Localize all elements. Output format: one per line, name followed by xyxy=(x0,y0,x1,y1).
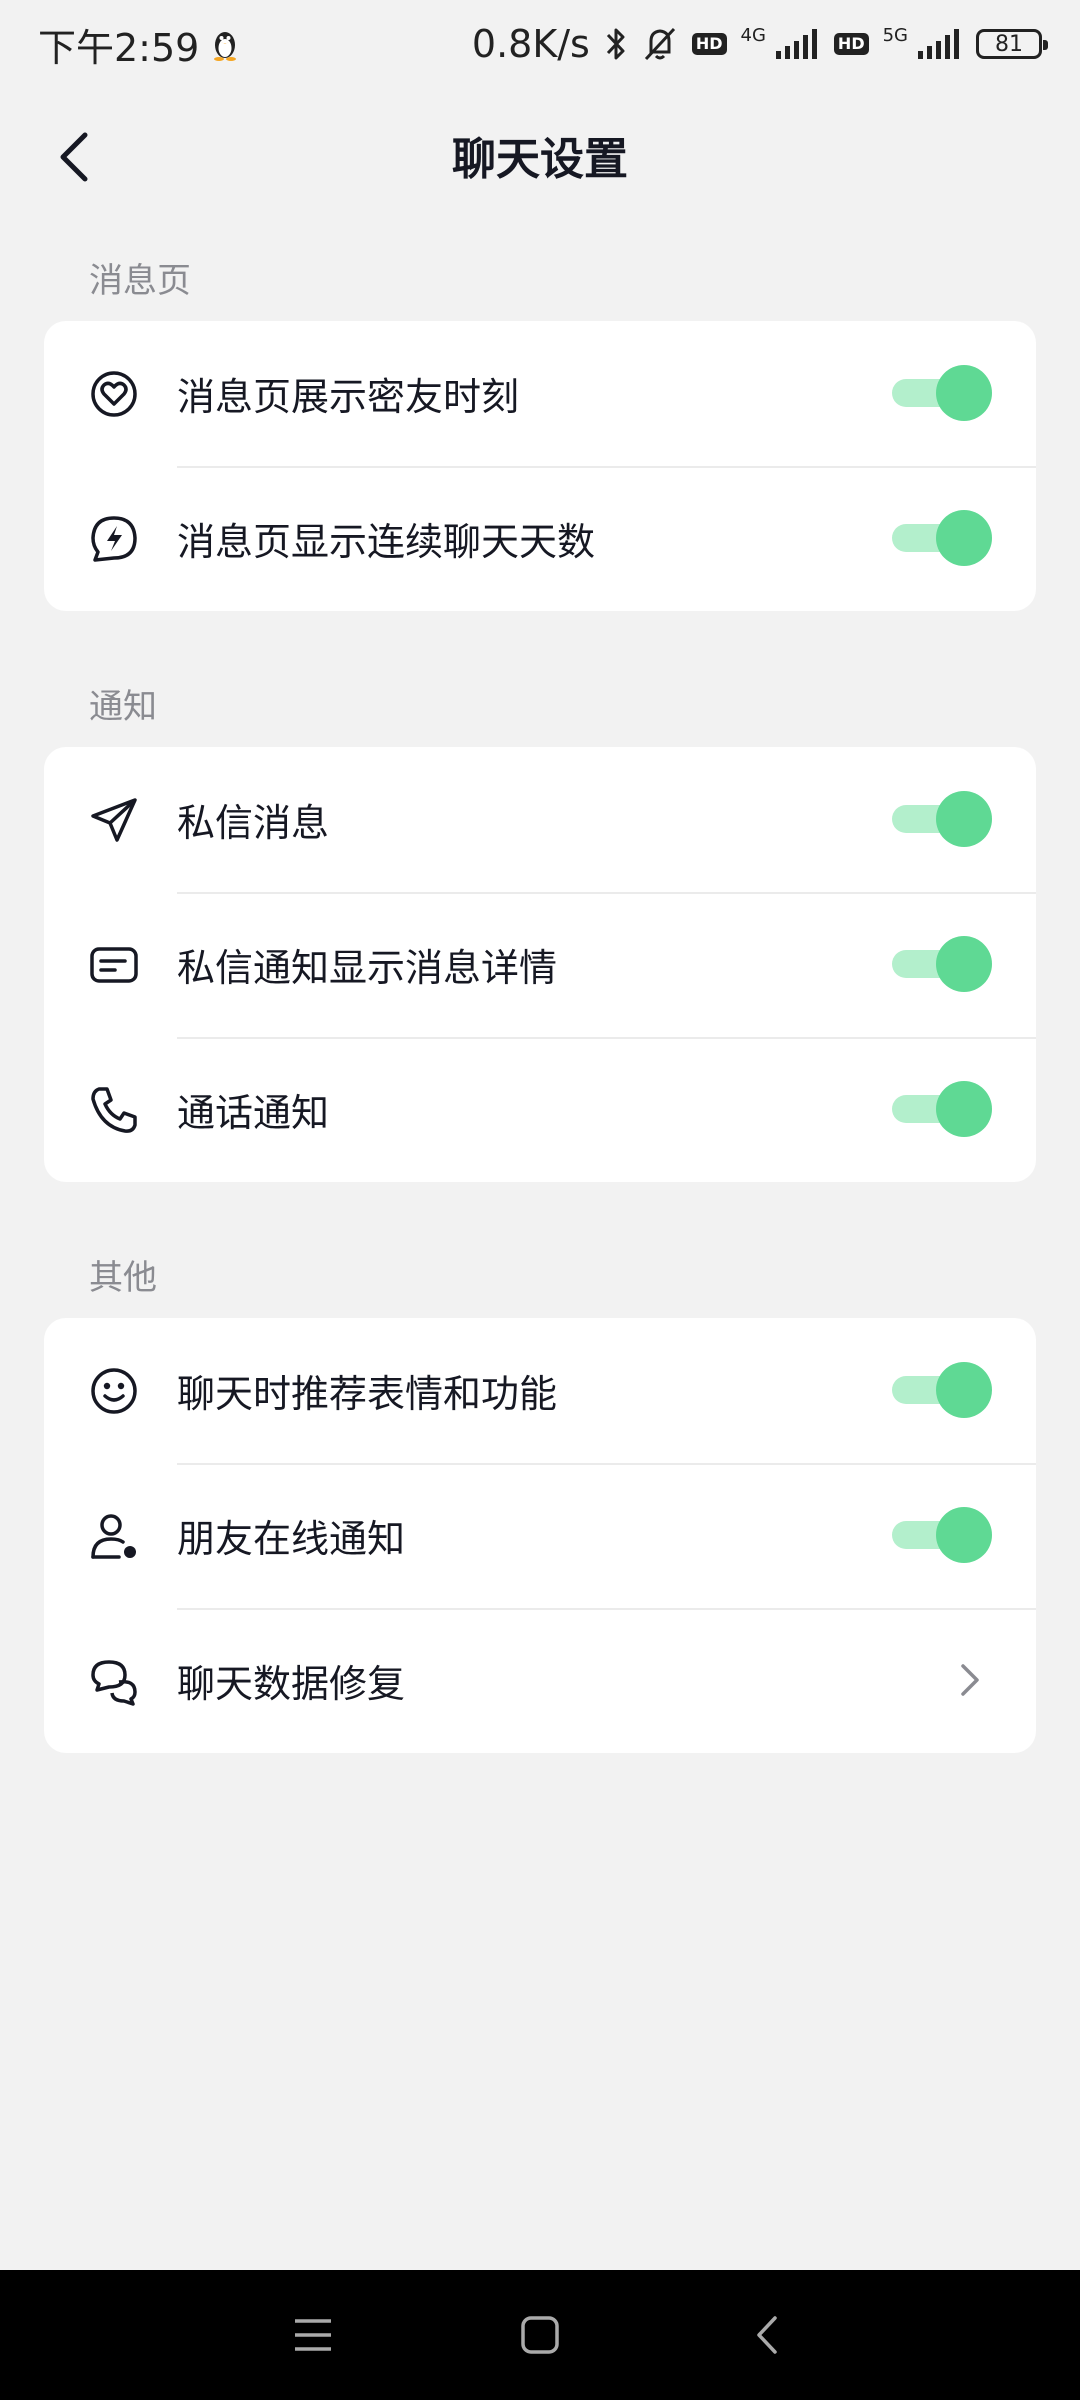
nav-home-button[interactable] xyxy=(505,2300,575,2370)
setting-label: 私信消息 xyxy=(177,801,330,845)
smiley-icon xyxy=(88,1365,140,1417)
system-navigation-bar xyxy=(0,2270,1080,2400)
network-4g-label: 4G xyxy=(740,24,766,46)
signal-bars-icon xyxy=(918,29,962,59)
back-arrow-icon xyxy=(60,132,88,182)
back-button[interactable] xyxy=(40,122,110,192)
nav-back-button[interactable] xyxy=(732,2300,802,2370)
section-label-message-page: 消息页 xyxy=(89,261,191,301)
bluetooth-icon xyxy=(604,25,628,63)
message-card-icon xyxy=(88,939,140,991)
toggle-switch-on[interactable] xyxy=(892,1081,992,1137)
toggle-switch-on[interactable] xyxy=(892,936,992,992)
settings-card-notifications: 私信消息 私信通知显示消息详情 通话通知 xyxy=(44,747,1036,1182)
chat-bubbles-icon xyxy=(88,1655,140,1707)
net-speed: 0.8K/s xyxy=(471,22,590,66)
toggle-switch-on[interactable] xyxy=(892,1362,992,1418)
setting-label: 聊天时推荐表情和功能 xyxy=(177,1372,558,1416)
toggle-switch-on[interactable] xyxy=(892,791,992,847)
toggle-switch-on[interactable] xyxy=(892,1507,992,1563)
page-title: 聊天设置 xyxy=(452,134,628,185)
settings-card-message-page: 消息页展示密友时刻 消息页显示连续聊天天数 xyxy=(44,321,1036,611)
setting-label: 聊天数据修复 xyxy=(177,1662,406,1706)
section-label-other: 其他 xyxy=(89,1258,157,1298)
setting-label: 通话通知 xyxy=(177,1091,330,1135)
bell-muted-icon xyxy=(642,25,678,63)
toggle-switch-on[interactable] xyxy=(892,365,992,421)
setting-row-chat-data-repair[interactable]: 聊天数据修复 xyxy=(44,1608,1036,1753)
user-online-icon xyxy=(88,1510,140,1562)
home-square-icon xyxy=(521,2316,559,2354)
menu-icon xyxy=(295,2319,332,2351)
setting-row-recommend-stickers[interactable]: 聊天时推荐表情和功能 xyxy=(44,1318,1036,1463)
setting-label: 私信通知显示消息详情 xyxy=(177,946,558,990)
network-5g-label: 5G xyxy=(882,24,908,46)
setting-row-close-friend-moments[interactable]: 消息页展示密友时刻 xyxy=(44,321,1036,466)
setting-row-call-notifications[interactable]: 通话通知 xyxy=(44,1037,1036,1182)
setting-label: 消息页显示连续聊天天数 xyxy=(177,520,596,564)
status-time: 下午2:59 xyxy=(38,25,200,70)
hd-badge-1: HD xyxy=(691,33,727,55)
setting-row-private-messages[interactable]: 私信消息 xyxy=(44,747,1036,892)
chat-settings-screen: 下午2:59 0.8K/s HD 4G HD 5G 81 聊天设置 消息页 消息… xyxy=(0,0,1080,2400)
setting-label: 朋友在线通知 xyxy=(177,1517,406,1561)
setting-label: 消息页展示密友时刻 xyxy=(177,375,520,419)
status-bar: 下午2:59 0.8K/s HD 4G HD 5G 81 xyxy=(0,0,1080,88)
signal-bars-icon xyxy=(775,29,820,59)
heart-circle-icon xyxy=(88,368,140,420)
settings-card-other: 聊天时推荐表情和功能 朋友在线通知 聊天数据修复 xyxy=(44,1318,1036,1753)
nav-menu-button[interactable] xyxy=(278,2300,348,2370)
hd-badge-2: HD xyxy=(833,33,869,55)
qq-penguin-icon xyxy=(211,27,239,61)
section-label-notifications: 通知 xyxy=(89,687,157,727)
setting-row-message-details[interactable]: 私信通知显示消息详情 xyxy=(44,892,1036,1037)
phone-icon xyxy=(88,1084,140,1136)
back-arrow-icon xyxy=(756,2316,777,2354)
setting-row-friend-online[interactable]: 朋友在线通知 xyxy=(44,1463,1036,1608)
setting-row-chat-streak-days[interactable]: 消息页显示连续聊天天数 xyxy=(44,466,1036,611)
paper-plane-icon xyxy=(88,794,140,846)
lightning-chat-icon xyxy=(88,513,140,565)
header: 聊天设置 xyxy=(0,100,1080,210)
battery-indicator: 81 xyxy=(976,29,1048,59)
toggle-switch-on[interactable] xyxy=(892,510,992,566)
chevron-right-icon xyxy=(948,1658,992,1702)
